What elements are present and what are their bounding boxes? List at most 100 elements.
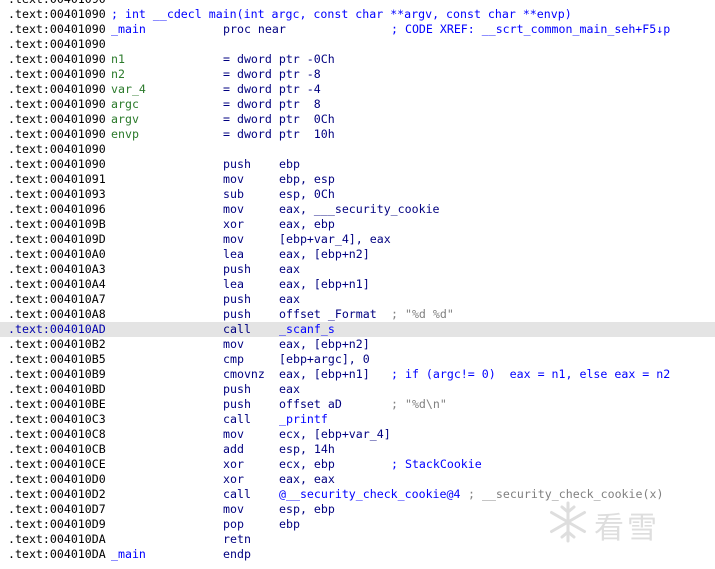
disasm-line[interactable]: .text:00401096 mov eax, ___security_cookie xyxy=(0,202,715,217)
disasm-line[interactable]: .text:00401090 _main proc near ; CODE XREF:… xyxy=(0,22,715,37)
disasm-line[interactable]: .text:004010DA _main endp xyxy=(0,547,715,562)
stack-var-label[interactable]: argc xyxy=(111,97,139,112)
disasm-line[interactable]: .text:004010A0 lea eax, [ebp+n2] xyxy=(0,247,715,262)
operand[interactable]: esp, 0Ch xyxy=(279,187,335,202)
disasm-line[interactable]: .text:00401090 xyxy=(0,0,715,7)
disasm-line[interactable]: .text:00401090 push ebp xyxy=(0,157,715,172)
operand[interactable]: eax, [ebp+n2] xyxy=(279,247,370,262)
mnemonic: = dword ptr -0Ch xyxy=(223,52,335,66)
mnemonic: push xyxy=(223,397,251,411)
disasm-line[interactable]: .text:004010C3 call _printf xyxy=(0,412,715,427)
stack-var-label[interactable]: envp xyxy=(111,127,139,142)
line-address: .text:00401090 xyxy=(8,112,106,126)
mnemonic: push xyxy=(223,292,251,306)
mnemonic: mov xyxy=(223,337,244,351)
line-gutter xyxy=(0,532,7,547)
mnemonic: xor xyxy=(223,217,244,231)
function-label[interactable]: _main xyxy=(111,22,146,37)
line-address: .text:004010A0 xyxy=(8,247,106,261)
disasm-line[interactable]: .text:004010B2 mov eax, [ebp+n2] xyxy=(0,337,715,352)
stack-var-label[interactable]: var_4 xyxy=(111,82,146,97)
disasm-line[interactable]: .text:00401090 argv = dword ptr 0Ch xyxy=(0,112,715,127)
line-gutter xyxy=(0,232,7,247)
operand[interactable]: [ebp+var_4], eax xyxy=(279,232,391,247)
disasm-line[interactable]: .text:00401090 xyxy=(0,142,715,157)
disasm-line[interactable]: .text:00401090 n1 = dword ptr -0Ch xyxy=(0,52,715,67)
disasm-line[interactable]: .text:004010D0 xor eax, eax xyxy=(0,472,715,487)
disassembly-view[interactable]: .text:00401090.text:00401090; int __cdec… xyxy=(0,0,715,569)
operand[interactable]: ebp xyxy=(279,157,300,172)
operand[interactable]: offset aD xyxy=(279,397,342,412)
disasm-line[interactable]: .text:004010A8 push offset _Format ; "%d %d… xyxy=(0,307,715,322)
operand[interactable]: eax, ___security_cookie xyxy=(279,202,440,217)
disasm-line[interactable]: .text:004010A7 push eax xyxy=(0,292,715,307)
disasm-line[interactable]: .text:004010B5 cmp [ebp+argc], 0 xyxy=(0,352,715,367)
line-address: .text:00401090 xyxy=(8,67,106,81)
operand[interactable]: @__security_check_cookie@4 xyxy=(279,487,460,502)
line-address: .text:004010CE xyxy=(8,457,106,471)
disasm-line[interactable]: .text:004010A3 push eax xyxy=(0,262,715,277)
disasm-line[interactable]: .text:004010CB add esp, 14h xyxy=(0,442,715,457)
operand[interactable]: esp, 14h xyxy=(279,442,335,457)
operand[interactable]: eax, ebp xyxy=(279,217,335,232)
line-gutter xyxy=(0,277,7,292)
operand[interactable]: esp, ebp xyxy=(279,502,335,517)
line-address: .text:004010BD xyxy=(8,382,106,396)
mnemonic: = dword ptr 0Ch xyxy=(223,112,335,126)
operand[interactable]: eax xyxy=(279,382,300,397)
disasm-line[interactable]: .text:0040109B xor eax, ebp xyxy=(0,217,715,232)
disasm-line[interactable]: .text:00401090 argc = dword ptr 8 xyxy=(0,97,715,112)
disasm-line[interactable]: .text:004010B9 cmovnz eax, [ebp+n1] ; if (a… xyxy=(0,367,715,382)
disasm-line[interactable]: .text:004010A4 lea eax, [ebp+n1] xyxy=(0,277,715,292)
mnemonic: proc near xyxy=(223,22,286,36)
line-gutter xyxy=(0,187,7,202)
stack-var-label[interactable]: argv xyxy=(111,112,139,127)
mnemonic: mov xyxy=(223,172,244,186)
disasm-line[interactable]: .text:00401091 mov ebp, esp xyxy=(0,172,715,187)
line-address: .text:004010B2 xyxy=(8,337,106,351)
operand[interactable]: ebp, esp xyxy=(279,172,335,187)
disasm-line[interactable]: .text:0040109D mov [ebp+var_4], eax xyxy=(0,232,715,247)
line-address: .text:004010B9 xyxy=(8,367,106,381)
line-gutter xyxy=(0,547,7,562)
stack-var-label[interactable]: n2 xyxy=(111,67,125,82)
disasm-line[interactable]: .text:004010AD call _scanf_s xyxy=(0,322,715,337)
disasm-line[interactable]: .text:004010CE xor ecx, ebp ; StackCookie xyxy=(0,457,715,472)
function-label[interactable]: _main xyxy=(111,547,146,562)
line-gutter xyxy=(0,502,7,517)
line-address: .text:004010D9 xyxy=(8,517,106,531)
operand[interactable]: ebp xyxy=(279,517,300,532)
disasm-line[interactable]: .text:00401090 xyxy=(0,37,715,52)
mnemonic: endp xyxy=(223,547,251,561)
line-address: .text:00401096 xyxy=(8,202,106,216)
line-address: .text:004010A7 xyxy=(8,292,106,306)
line-gutter xyxy=(0,337,7,352)
operand[interactable]: eax, [ebp+n2] xyxy=(279,337,370,352)
operand[interactable]: _printf xyxy=(279,412,328,427)
disasm-line[interactable]: .text:00401093 sub esp, 0Ch xyxy=(0,187,715,202)
operand[interactable]: eax, [ebp+n1] xyxy=(279,277,370,292)
operand[interactable]: ecx, [ebp+var_4] xyxy=(279,427,391,442)
line-gutter xyxy=(0,352,7,367)
stack-var-label[interactable]: n1 xyxy=(111,52,125,67)
disasm-line[interactable]: .text:004010BE push offset aD ; "%d\n" xyxy=(0,397,715,412)
mnemonic: mov xyxy=(223,427,244,441)
mnemonic: xor xyxy=(223,472,244,486)
disasm-line[interactable]: .text:00401090 var_4 = dword ptr -4 xyxy=(0,82,715,97)
mnemonic: cmp xyxy=(223,352,244,366)
disasm-line[interactable]: .text:00401090 n2 = dword ptr -8 xyxy=(0,67,715,82)
operand[interactable]: ecx, ebp xyxy=(279,457,335,472)
operand[interactable]: eax xyxy=(279,292,300,307)
operand[interactable]: eax, eax xyxy=(279,472,335,487)
operand[interactable]: eax, [ebp+n1] xyxy=(279,367,370,382)
operand[interactable]: offset _Format xyxy=(279,307,377,322)
xref-comment[interactable]: ; CODE XREF: __scrt_common_main_seh+F5↓p xyxy=(391,22,670,37)
operand[interactable]: [ebp+argc], 0 xyxy=(279,352,370,367)
disasm-line[interactable]: .text:004010BD push eax xyxy=(0,382,715,397)
operand[interactable]: _scanf_s xyxy=(279,322,335,337)
line-gutter xyxy=(0,382,7,397)
operand[interactable]: eax xyxy=(279,262,300,277)
disasm-line[interactable]: .text:004010C8 mov ecx, [ebp+var_4] xyxy=(0,427,715,442)
disasm-line[interactable]: .text:00401090 ; int __cdecl main(int arg… xyxy=(0,7,715,22)
disasm-line[interactable]: .text:00401090 envp = dword ptr 10h xyxy=(0,127,715,142)
